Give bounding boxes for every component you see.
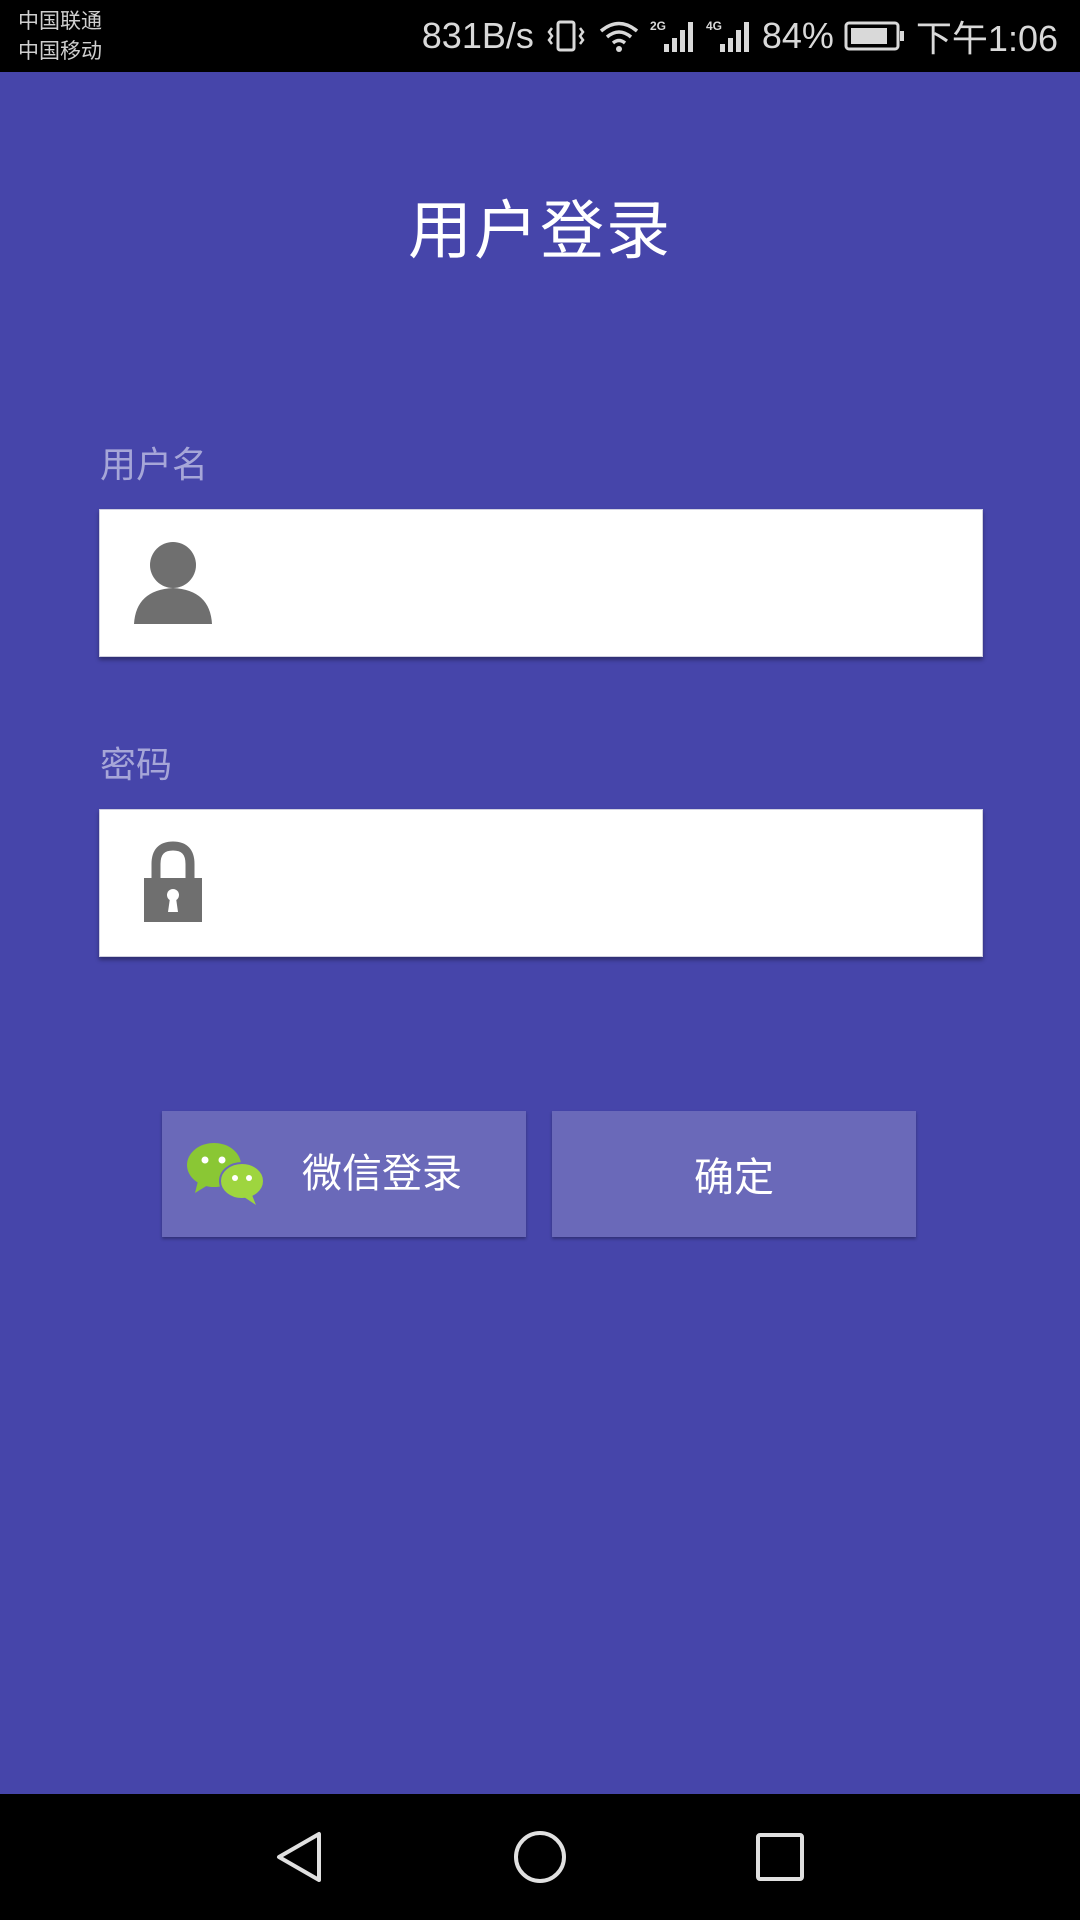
battery-icon [844, 20, 906, 52]
carrier-names: 中国联通 中国移动 [18, 6, 102, 66]
username-input[interactable] [250, 510, 954, 658]
signal-2-type: 4G [706, 19, 722, 33]
wechat-login-button[interactable]: 微信登录 [162, 1111, 526, 1237]
recents-icon[interactable] [752, 1829, 808, 1885]
confirm-button[interactable]: 确定 [552, 1111, 916, 1237]
wifi-icon [598, 18, 640, 54]
signal-2g-icon: 2G [650, 18, 696, 54]
back-icon[interactable] [271, 1829, 327, 1885]
clock: 下午1:06 [915, 18, 1058, 59]
battery-percent: 84% [761, 15, 834, 56]
signal-1-type: 2G [650, 19, 666, 33]
wechat-icon [186, 1141, 266, 1207]
page-title: 用户登录 [408, 195, 672, 269]
status-indicators: 831B/s 2G 4G 84% 下午1:06 [422, 0, 1058, 72]
wechat-login-label: 微信登录 [302, 1151, 462, 1197]
user-icon [130, 540, 216, 626]
username-label: 用户名 [100, 445, 209, 486]
password-input[interactable] [250, 810, 954, 958]
carrier-1: 中国联通 [18, 9, 102, 33]
home-icon[interactable] [512, 1829, 568, 1885]
lock-icon [130, 840, 216, 926]
status-bar: 中国联通 中国移动 831B/s 2G 4G 84% 下午1:06 [0, 0, 1080, 72]
network-speed: 831B/s [421, 15, 534, 56]
password-label: 密码 [100, 745, 173, 786]
vibrate-icon [544, 18, 588, 54]
password-field[interactable] [99, 809, 983, 958]
username-field[interactable] [99, 509, 983, 658]
navigation-bar [0, 1794, 1080, 1920]
carrier-2: 中国移动 [18, 39, 102, 63]
signal-4g-icon: 4G [706, 18, 752, 54]
